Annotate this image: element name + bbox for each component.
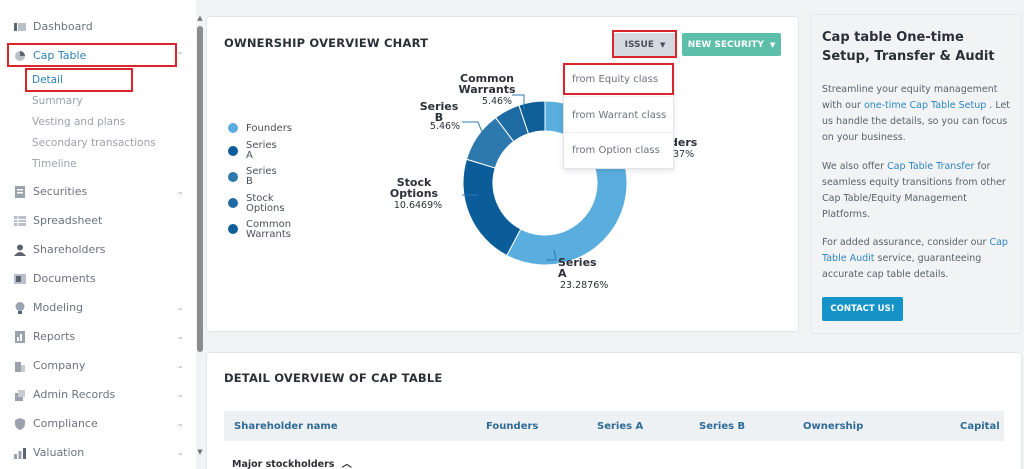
menu-divider	[564, 132, 673, 133]
sidebar-item-spreadsheet[interactable]: Spreadsheet	[0, 206, 190, 235]
bulb-icon	[14, 301, 26, 314]
chevron-down-icon: ⌄	[177, 361, 184, 370]
info-paragraph-setup: Streamline your equity management with o…	[822, 84, 1011, 143]
chevron-down-icon: ⌄	[177, 187, 184, 196]
user-icon	[14, 244, 26, 256]
label-founders: ders	[670, 136, 698, 149]
chart-card-title: OWNERSHIP OVERVIEW CHART	[224, 36, 429, 50]
sidebar-item-reports[interactable]: Reports ⌄	[0, 322, 190, 351]
sub-item-timeline[interactable]: Timeline	[32, 158, 77, 170]
legend-common-warrants-swatch	[228, 224, 238, 234]
sidebar-scrollbar[interactable]	[197, 26, 203, 352]
sidebar-item-documents[interactable]: Documents	[0, 264, 190, 293]
col-founders[interactable]: Founders	[486, 421, 538, 432]
shield-icon	[14, 417, 26, 430]
scroll-up-arrow[interactable]: ▲	[196, 14, 204, 22]
chevron-up-icon: ⌃	[177, 51, 184, 60]
link-cap-table-setup[interactable]: one-time Cap Table Setup	[864, 100, 986, 111]
chevron-down-icon: ⌄	[177, 332, 184, 341]
highlight-equity-class	[563, 63, 674, 95]
sub-item-secondary[interactable]: Secondary transactions	[32, 137, 156, 149]
sub-item-vesting[interactable]: Vesting and plans	[32, 116, 125, 128]
legend-series-a-swatch	[228, 146, 238, 156]
label-series-b: Series B	[419, 100, 459, 124]
group-major-stockholders[interactable]: Major stockholders ︿	[232, 455, 352, 469]
link-cap-table-transfer[interactable]: Cap Table Transfer	[887, 161, 974, 172]
pct-stock-options: 10.6469%	[393, 200, 443, 211]
chevron-up-icon: ︿	[341, 459, 352, 469]
sidebar: Dashboard Cap Table ⌃ Detail Summary Ves…	[0, 0, 196, 469]
label-common-warrants: Common Warrants	[458, 72, 516, 96]
report-icon	[14, 330, 26, 343]
legend-series-b: Series B	[246, 166, 277, 187]
chevron-down-icon: ⌄	[177, 448, 184, 457]
highlight-cap-table	[7, 43, 177, 67]
chevron-down-icon: ⌄	[177, 419, 184, 428]
sidebar-item-admin-records[interactable]: Admin Records ⌄	[0, 380, 190, 409]
chevron-down-icon: ⌄	[177, 390, 184, 399]
legend-common-warrants: Common Warrants	[246, 219, 292, 240]
pct-common-warrants: 5.46%	[481, 96, 513, 107]
sidebar-item-securities[interactable]: Securities ⌄	[0, 177, 190, 206]
sidebar-item-compliance[interactable]: Compliance ⌄	[0, 409, 190, 438]
sidebar-item-valuation[interactable]: Valuation ⌄	[0, 438, 190, 467]
label-series-a: Series A	[558, 256, 597, 280]
info-paragraph-audit: For added assurance, consider our Cap Ta…	[822, 237, 1008, 280]
contact-us-button[interactable]: CONTACT US!	[822, 297, 903, 321]
col-ownership[interactable]: Ownership	[803, 421, 863, 432]
admin-icon	[14, 389, 26, 401]
spreadsheet-icon	[14, 215, 26, 227]
pct-founders: 37%	[673, 149, 695, 160]
legend-stock-options: Stock Options	[246, 193, 285, 214]
highlight-issue	[612, 30, 677, 58]
legend-founders-swatch	[228, 123, 238, 133]
dashboard-icon	[14, 21, 26, 33]
company-icon	[14, 360, 26, 372]
info-card-title: Cap table One-time Setup, Transfer & Aud…	[822, 30, 995, 64]
col-series-b[interactable]: Series B	[699, 421, 745, 432]
legend-series-b-swatch	[228, 172, 238, 182]
col-shareholder-name[interactable]: Shareholder name	[234, 421, 338, 432]
legend-stock-options-swatch	[228, 198, 238, 208]
info-paragraph-transfer: We also offer Cap Table Transfer for sea…	[822, 161, 1006, 220]
legend-founders: Founders	[246, 123, 293, 134]
label-stock-options: Stock Options	[389, 176, 439, 200]
menu-item-option-class[interactable]: from Option class	[572, 145, 660, 156]
col-capital[interactable]: Capital	[960, 421, 1000, 432]
caret-down-icon: ▼	[769, 40, 776, 49]
menu-divider	[564, 96, 673, 97]
sidebar-item-shareholders[interactable]: Shareholders	[0, 235, 190, 264]
highlight-detail	[25, 68, 133, 92]
detail-card-title: DETAIL OVERVIEW OF CAP TABLE	[224, 371, 443, 385]
sub-item-summary[interactable]: Summary	[32, 95, 83, 107]
sidebar-item-modeling[interactable]: Modeling ⌄	[0, 293, 190, 322]
scroll-down-arrow[interactable]: ▼	[196, 448, 204, 456]
menu-item-warrant-class[interactable]: from Warrant class	[572, 110, 666, 121]
securities-icon	[14, 185, 26, 198]
col-series-a[interactable]: Series A	[597, 421, 643, 432]
sidebar-item-dashboard[interactable]: Dashboard	[0, 12, 190, 41]
pct-series-a: 23.2876%	[560, 280, 609, 291]
pct-series-b: 5.46%	[429, 121, 461, 132]
new-security-button[interactable]: NEW SECURITY ▼	[682, 33, 781, 56]
valuation-icon	[14, 447, 26, 459]
document-icon	[14, 273, 26, 285]
chevron-down-icon: ⌄	[177, 303, 184, 312]
legend-series-a: Series A	[246, 140, 277, 161]
sidebar-item-company[interactable]: Company ⌄	[0, 351, 190, 380]
